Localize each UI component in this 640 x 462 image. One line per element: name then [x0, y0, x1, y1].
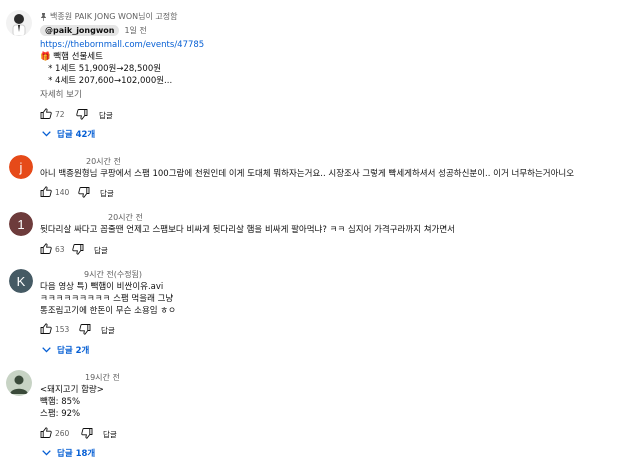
reply-button[interactable]: 답글	[100, 188, 114, 199]
chevron-down-icon	[42, 347, 51, 353]
comment-time[interactable]: 9시간 전(수정됨)	[84, 269, 142, 280]
dislike-icon[interactable]	[79, 324, 91, 335]
comment-line: 통조림고기에 한돈이 무슨 소용임 ㅎㅇ	[40, 306, 176, 316]
chevron-down-icon	[42, 131, 51, 137]
comment-line: * 4세트 207,600→102,000원...	[40, 76, 173, 86]
like-icon[interactable]	[40, 243, 52, 254]
view-replies-button[interactable]: 답글 18개	[42, 447, 95, 459]
comment-text: 뒷다리살 싸다고 꼽줄땐 언제고 스팸보다 비싸게 뒷다리살 햄을 비싸게 팔아…	[40, 225, 456, 235]
comment-line: 🎁 빽햄 선물세트	[40, 52, 103, 62]
view-replies-button[interactable]: 답글 42개	[42, 128, 95, 140]
reply-button[interactable]: 답글	[99, 110, 113, 121]
pin-icon	[40, 12, 47, 21]
like-count: 140	[55, 188, 70, 197]
reply-button[interactable]: 답글	[103, 429, 117, 440]
comment-time[interactable]: 20시간 전	[86, 156, 121, 167]
avatar[interactable]: K	[9, 269, 33, 293]
view-replies-button[interactable]: 답글 2개	[42, 344, 89, 356]
like-icon[interactable]	[40, 323, 52, 334]
person-silhouette-icon	[6, 370, 32, 396]
comment-time[interactable]: 19시간 전	[85, 372, 120, 383]
avatar[interactable]: j	[9, 155, 33, 179]
avatar[interactable]	[6, 10, 32, 36]
reply-button[interactable]: 답글	[94, 245, 108, 256]
person-avatar-icon	[12, 14, 26, 36]
author-handle[interactable]: @paik_jongwon	[40, 25, 120, 36]
dislike-icon[interactable]	[81, 428, 93, 439]
like-icon[interactable]	[40, 108, 52, 119]
like-count: 63	[55, 245, 65, 254]
dislike-icon[interactable]	[72, 244, 84, 255]
comment-line: 스팸: 92%	[40, 409, 81, 419]
pinned-label: 백종원 PAIK JONG WON님이 고정함	[40, 11, 177, 22]
comment-time[interactable]: 20시간 전	[108, 212, 143, 223]
comment-link[interactable]: https://thebornmall.com/events/47785	[40, 39, 204, 51]
comment-line: * 1세트 51,900원→28,500원	[40, 64, 162, 74]
read-more-link[interactable]: 자세히 보기	[40, 89, 82, 101]
like-icon[interactable]	[40, 427, 52, 438]
comment-line: 다음 영상 특) 빽햄이 비싼이유.avi	[40, 282, 164, 292]
dislike-icon[interactable]	[78, 187, 90, 198]
comment-time[interactable]: 1일 전	[124, 25, 146, 36]
reply-button[interactable]: 답글	[101, 325, 115, 336]
comment-line: <돼지고기 함량>	[40, 385, 104, 395]
comment-text: 아니 백종원형님 쿠팡에서 스팸 100그람에 천원인데 이게 도대체 뭐하자는…	[40, 169, 575, 179]
like-icon[interactable]	[40, 186, 52, 197]
like-count: 153	[55, 325, 70, 334]
dislike-icon[interactable]	[76, 109, 88, 120]
like-count: 260	[55, 429, 70, 438]
chevron-down-icon	[42, 450, 51, 456]
comment-line: ㅋㅋㅋㅋㅋㅋㅋㅋㅋ 스팸 먹을래 그냥	[40, 294, 174, 304]
like-count: 72	[55, 110, 65, 119]
avatar[interactable]	[6, 370, 32, 396]
avatar[interactable]: 1	[9, 212, 33, 236]
comment-line: 빽햄: 85%	[40, 397, 81, 407]
